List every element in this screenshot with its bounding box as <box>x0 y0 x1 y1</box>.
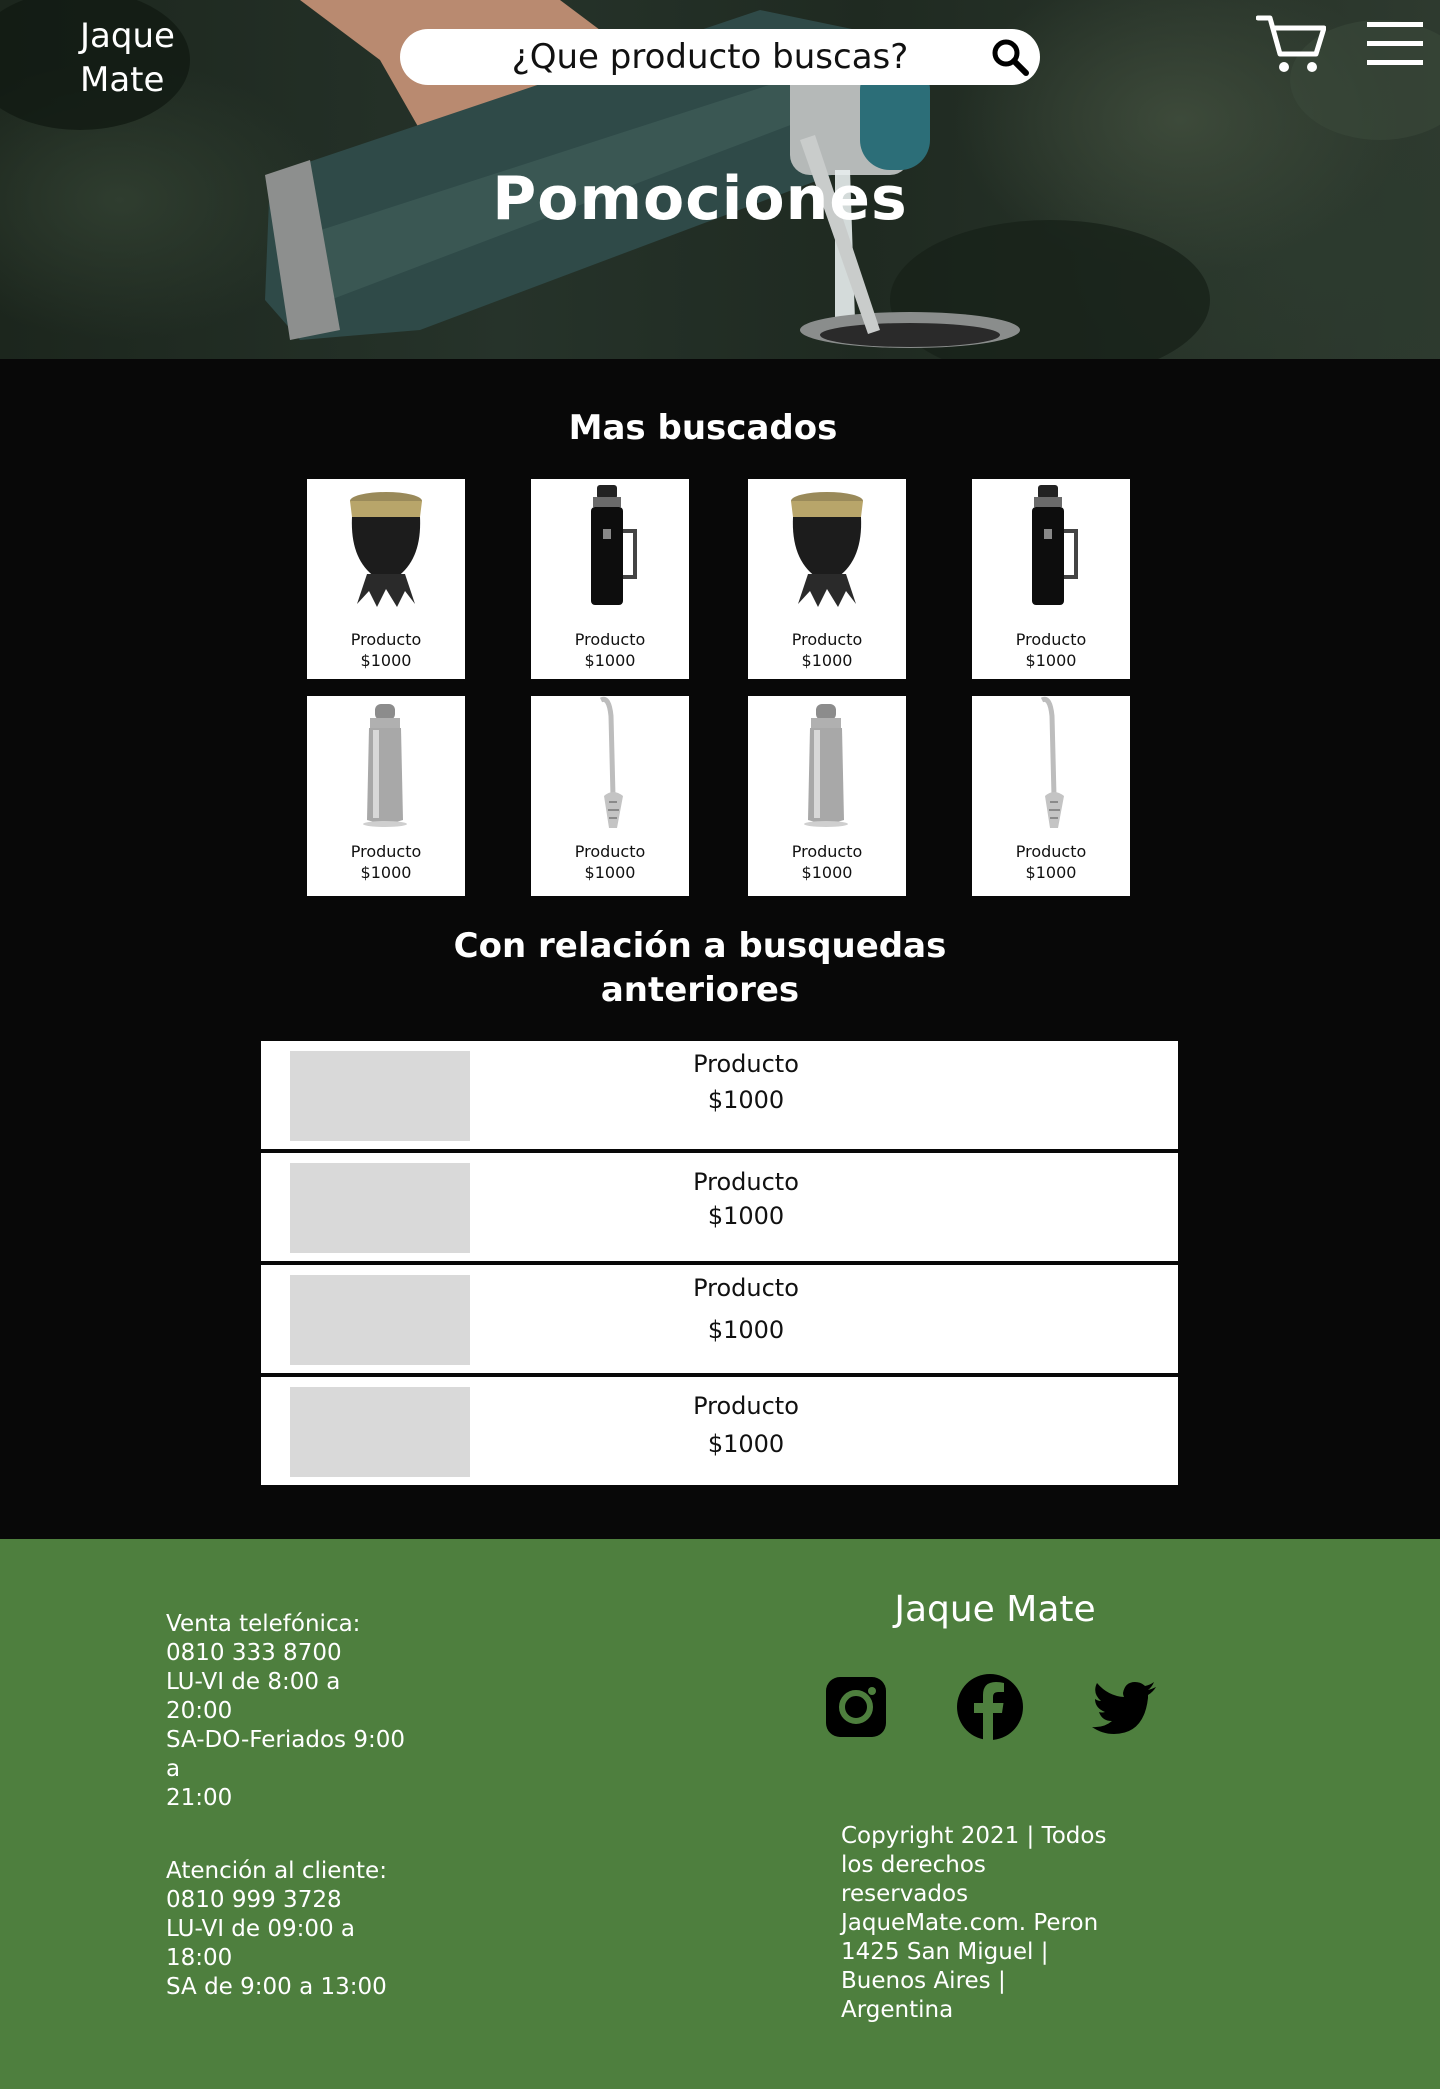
mate-cup-icon <box>350 492 422 607</box>
sales-phone-line: 0810 333 8700 <box>166 1640 342 1666</box>
footer-brand: Jaque Mate <box>894 1589 1096 1630</box>
product-name: Producto <box>1015 842 1087 861</box>
customer-service-line: 0810 999 3728 <box>166 1887 342 1913</box>
hero-banner: Jaque Mate Pomociones <box>0 0 1440 359</box>
product-name: Producto <box>574 630 646 649</box>
product-card[interactable]: Producto $1000 <box>972 479 1130 679</box>
product-name: Producto <box>574 842 646 861</box>
sales-phone-line: 21:00 <box>166 1785 233 1811</box>
footer: Venta telefónica: 0810 333 8700 LU-VI de 8… <box>0 1539 1440 2089</box>
product-name: Producto <box>791 842 863 861</box>
product-name: Producto <box>693 1392 799 1420</box>
related-searches-title: Con relación a busquedas anteriores <box>400 924 1000 1012</box>
site-logo[interactable]: Jaque Mate <box>80 14 175 102</box>
copyright-line: los derechos <box>841 1852 986 1878</box>
product-price: $1000 <box>584 863 636 882</box>
product-card[interactable]: Producto $1000 <box>972 696 1130 896</box>
product-card[interactable]: Producto $1000 <box>748 479 906 679</box>
product-card[interactable]: Producto $1000 <box>748 696 906 896</box>
hamburger-menu-icon[interactable] <box>1367 22 1423 66</box>
copyright-line: 1425 San Miguel | <box>841 1939 1049 1965</box>
product-price: $1000 <box>707 1086 785 1114</box>
bombilla-icon <box>1040 696 1064 828</box>
copyright-line: reservados <box>841 1881 969 1907</box>
sales-phone-line: a <box>166 1756 181 1782</box>
sales-phone-line: Venta telefónica: <box>166 1611 361 1637</box>
copyright-line: JaqueMate.com. Peron <box>841 1910 1099 1936</box>
sales-phone-line: 20:00 <box>166 1698 233 1724</box>
logo-line-2: Mate <box>80 60 165 100</box>
copyright-line: Copyright 2021 | Todos <box>841 1823 1107 1849</box>
search-input[interactable] <box>440 35 980 79</box>
product-price: $1000 <box>707 1430 785 1458</box>
customer-service-line: LU-VI de 09:00 a <box>166 1916 356 1942</box>
sales-phone-info: Venta telefónica: 0810 333 8700 LU-VI de 8… <box>166 1610 405 1813</box>
product-name: Producto <box>693 1274 799 1302</box>
related-product-row[interactable]: Producto $1000 <box>261 1153 1178 1261</box>
copyright-info: Copyright 2021 | Todos los derechos reserv… <box>841 1822 1106 2025</box>
product-price: $1000 <box>1025 651 1077 670</box>
product-image-placeholder <box>290 1051 470 1141</box>
thermos-icon <box>1032 485 1078 605</box>
bombilla-icon <box>599 696 623 828</box>
product-name: Producto <box>791 630 863 649</box>
product-price: $1000 <box>584 651 636 670</box>
twitter-icon[interactable] <box>1090 1673 1158 1741</box>
product-price: $1000 <box>360 651 412 670</box>
related-product-row[interactable]: Producto $1000 <box>261 1265 1178 1373</box>
product-price: $1000 <box>801 651 853 670</box>
product-name: Producto <box>693 1050 799 1078</box>
customer-service-line: 18:00 <box>166 1945 233 1971</box>
mate-cup-icon <box>791 492 863 607</box>
product-name: Producto <box>350 630 422 649</box>
related-title-line-1: Con relación a busquedas <box>453 926 947 966</box>
related-product-row[interactable]: Producto $1000 <box>261 1377 1178 1485</box>
copyright-line: Argentina <box>841 1997 954 2023</box>
product-image-placeholder <box>290 1163 470 1253</box>
product-name: Producto <box>693 1168 799 1196</box>
product-card[interactable]: Producto $1000 <box>307 479 465 679</box>
product-price: $1000 <box>1025 863 1077 882</box>
product-price: $1000 <box>360 863 412 882</box>
cart-icon[interactable] <box>1256 14 1326 76</box>
logo-line-1: Jaque <box>80 16 175 56</box>
steel-thermos-icon <box>804 704 848 827</box>
product-image-placeholder <box>290 1275 470 1365</box>
product-name: Producto <box>350 842 422 861</box>
sales-phone-line: LU-VI de 8:00 a <box>166 1669 341 1695</box>
product-price: $1000 <box>707 1316 785 1344</box>
product-price: $1000 <box>801 863 853 882</box>
search-bar <box>400 29 1040 85</box>
customer-service-info: Atención al cliente: 0810 999 3728 LU-VI d… <box>166 1857 387 2002</box>
search-button[interactable] <box>990 37 1030 77</box>
related-title-line-2: anteriores <box>600 970 800 1010</box>
product-price: $1000 <box>707 1202 785 1230</box>
product-card[interactable]: Producto $1000 <box>307 696 465 896</box>
sales-phone-line: SA-DO-Feriados 9:00 <box>166 1727 405 1753</box>
customer-service-line: SA de 9:00 a 13:00 <box>166 1974 387 2000</box>
copyright-line: Buenos Aires | <box>841 1968 1006 1994</box>
facebook-icon[interactable] <box>956 1673 1024 1741</box>
hero-title: Pomociones <box>492 164 908 234</box>
product-card[interactable]: Producto $1000 <box>531 696 689 896</box>
most-searched-title: Mas buscados <box>568 408 838 448</box>
product-name: Producto <box>1015 630 1087 649</box>
instagram-icon[interactable] <box>822 1673 890 1741</box>
product-image-placeholder <box>290 1387 470 1477</box>
search-icon <box>992 39 1029 76</box>
related-product-row[interactable]: Producto $1000 <box>261 1041 1178 1149</box>
steel-thermos-icon <box>363 704 407 827</box>
thermos-icon <box>591 485 637 605</box>
customer-service-line: Atención al cliente: <box>166 1858 387 1884</box>
product-card[interactable]: Producto $1000 <box>531 479 689 679</box>
